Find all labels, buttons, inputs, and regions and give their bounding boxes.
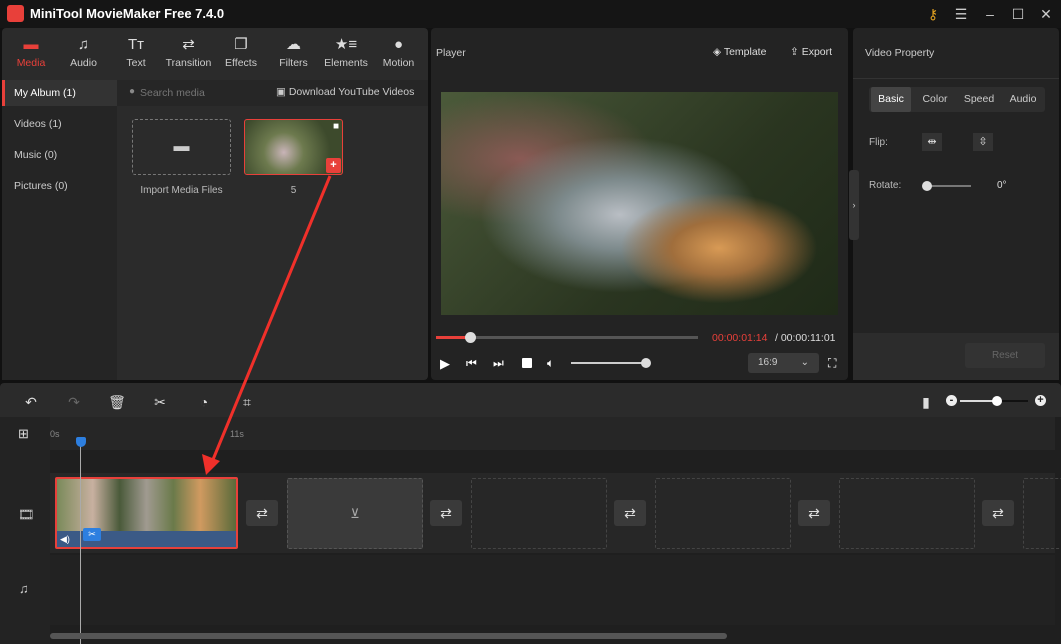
arrow-head <box>202 454 220 475</box>
arrow-line <box>210 175 332 463</box>
drag-arrow-annotation <box>202 175 332 475</box>
